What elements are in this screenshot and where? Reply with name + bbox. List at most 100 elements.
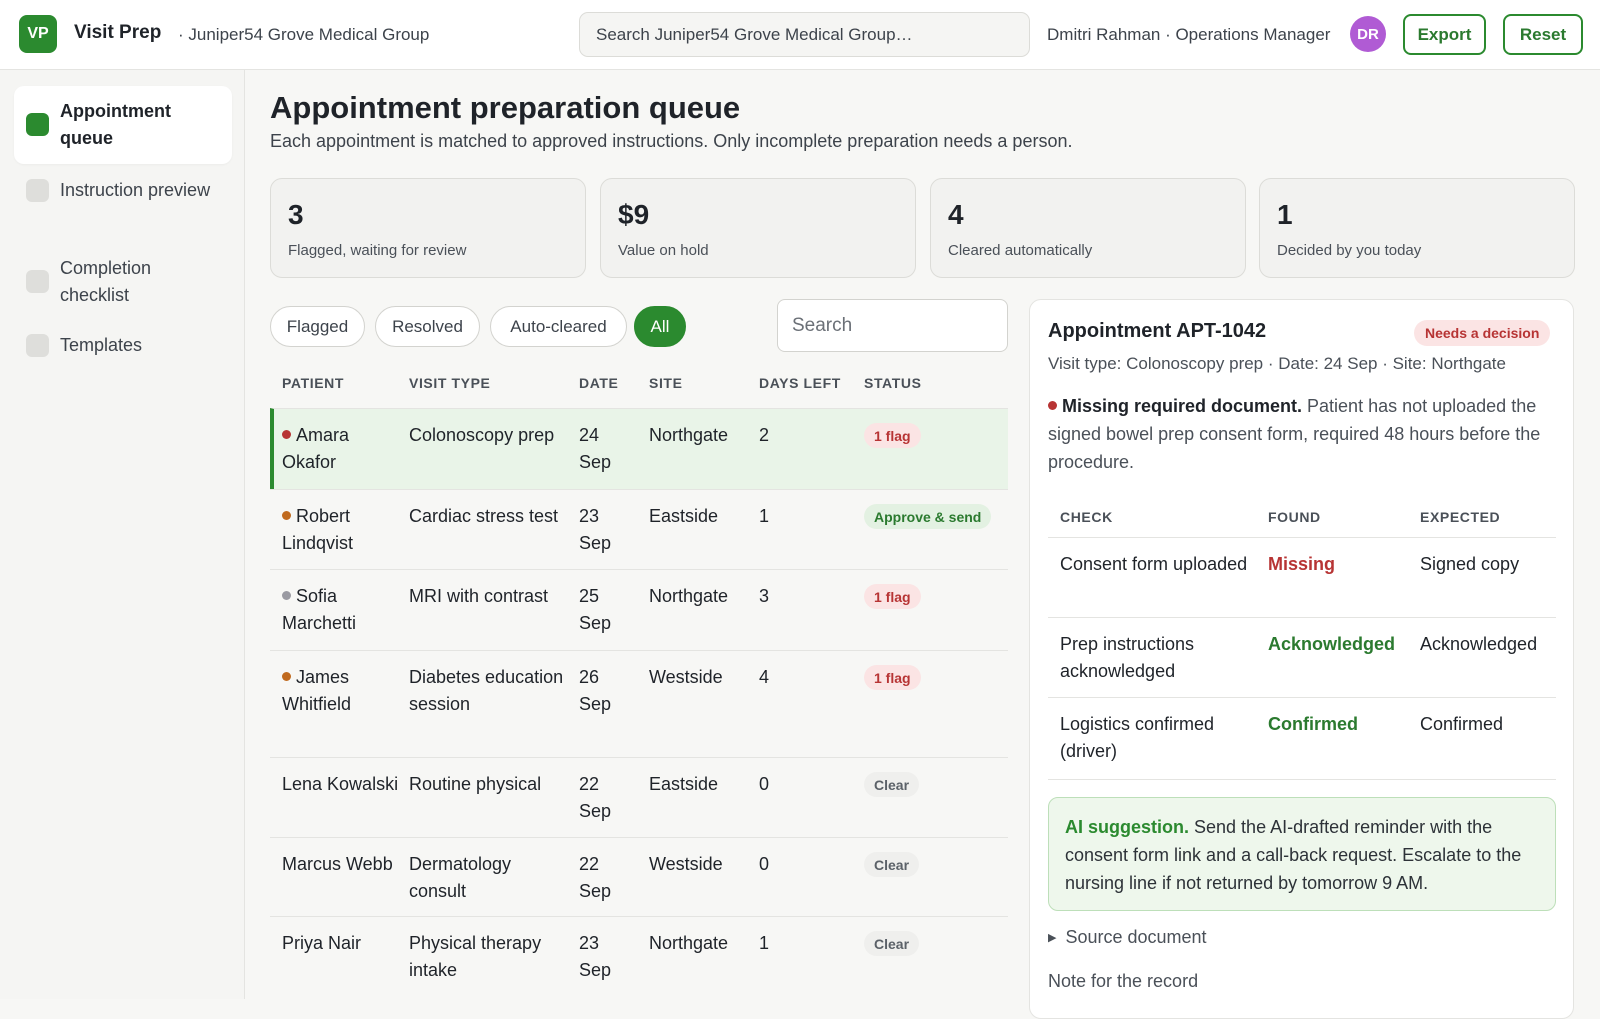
date-cell: 22 Sep [579,854,612,901]
check-found: Acknowledged [1268,634,1396,654]
site-cell: Northgate [649,586,729,606]
checks-table-header: CHECK FOUND EXPECTED [1048,509,1556,537]
visit-type-cell: Colonoscopy prep [409,425,555,445]
check-row: Prep instructions acknowledged Acknowled… [1048,617,1556,697]
kpi-label: Flagged, waiting for review [288,242,467,259]
filter-chip-all[interactable]: All [634,306,686,347]
status-badge: Clear [864,931,920,956]
kpi-value: 4 [948,199,964,230]
approve-send-button[interactable]: Approve & send [864,504,992,529]
sidebar-item-label: Templates [60,335,143,355]
days-left-cell: 3 [759,586,770,606]
table-row[interactable]: Amara Okafor Colonoscopy prep 24 Sep Nor… [270,408,1008,489]
check-found: Missing [1268,554,1336,574]
ai-suggestion-box: AI suggestion. Send the AI-drafted remin… [1048,797,1556,911]
site-cell: Northgate [649,933,729,953]
days-left-cell: 0 [759,774,770,794]
table-search-input[interactable] [777,299,1008,352]
date-cell: 23 Sep [579,933,612,980]
filter-chip-auto-cleared[interactable]: Auto-cleared [490,306,627,347]
days-left-cell: 2 [759,425,770,445]
visit-type-cell: Dermatology consult [409,854,512,901]
app-logo: VP [19,15,57,53]
status-badge: Clear [864,852,920,877]
sidebar: Appointment queue Instruction preview Co… [0,70,245,999]
column-header: EXPECTED [1420,509,1501,525]
table-row[interactable]: Marcus Webb Dermatology consult 22 Sep W… [270,837,1008,916]
status-dot-icon [282,672,291,681]
export-button[interactable]: Export [1403,14,1486,55]
status-badge: 1 flag [864,665,921,690]
app-title: Visit Prep [74,22,162,43]
app-header: VP Visit Prep · Juniper54 Grove Medical … [0,0,1600,70]
patient-cell: James Whitfield [282,664,400,718]
check-name: Logistics confirmed (driver) [1060,714,1215,761]
filter-chip-flagged[interactable]: Flagged [270,306,365,347]
checkbox-icon [26,113,49,136]
patient-cell: Robert Lindqvist [282,503,400,557]
check-name: Consent form uploaded [1060,554,1248,574]
sidebar-item-appointment-queue[interactable]: Appointment queue [14,86,232,164]
status-badge: 1 flag [864,423,921,448]
days-left-cell: 1 [759,933,770,953]
status-badge: Clear [864,772,920,797]
site-cell: Westside [649,854,723,874]
kpi-label: Cleared automatically [948,242,1093,259]
column-header: SITE [649,375,683,391]
page-title: Appointment preparation queue [270,90,741,125]
avatar[interactable]: DR [1350,16,1386,52]
kpi-card-value-on-hold: $9 Value on hold [600,178,916,278]
site-cell: Eastside [649,506,719,526]
date-cell: 23 Sep [579,506,612,553]
alert-dot-icon [1048,401,1057,410]
reset-button[interactable]: Reset [1503,14,1583,55]
visit-type-cell: Physical therapy intake [409,933,542,980]
table-row[interactable]: Priya Nair Physical therapy intake 23 Se… [270,916,1008,999]
patient-name: Robert Lindqvist [282,506,354,553]
site-cell: Eastside [649,774,719,794]
visit-type-cell: Diabetes education session [409,667,564,714]
kpi-value: 3 [288,199,304,230]
status-dot-icon [282,430,291,439]
visit-type-cell: Routine physical [409,774,542,794]
sidebar-item-label: Appointment queue [60,101,171,148]
kpi-value: $9 [618,199,650,230]
kpi-label: Decided by you today [1277,242,1422,259]
filter-chip-resolved[interactable]: Resolved [375,306,480,347]
checkbox-icon [26,178,49,202]
table-row[interactable]: Robert Lindqvist Cardiac stress test 23 … [270,489,1008,569]
check-row: Consent form uploaded Missing Signed cop… [1048,537,1556,617]
days-left-cell: 4 [759,667,770,687]
check-expected: Acknowledged [1420,634,1538,654]
status-dot-icon [282,511,291,520]
source-document-toggle[interactable]: ▶ Source document [1048,927,1207,948]
patient-cell: Amara Okafor [282,422,400,476]
table-row[interactable]: James Whitfield Diabetes education sessi… [270,650,1008,757]
date-cell: 22 Sep [579,774,612,821]
global-search-input[interactable] [579,12,1030,57]
date-cell: 24 Sep [579,425,612,472]
days-left-cell: 0 [759,854,770,874]
days-left-cell: 1 [759,506,770,526]
column-header: VISIT TYPE [409,375,491,391]
note-label: Note for the record [1048,971,1199,991]
sidebar-item-completion-checklist[interactable]: Completion checklist [14,243,232,321]
date-cell: 26 Sep [579,667,612,714]
column-header: STATUS [864,375,922,391]
date-cell: 25 Sep [579,586,612,633]
kpi-label: Value on hold [618,242,709,259]
sidebar-item-label: Instruction preview [60,180,211,200]
visit-type-cell: Cardiac stress test [409,506,559,526]
sidebar-item-templates[interactable]: Templates [14,320,232,371]
table-row[interactable]: Lena Kowalski Routine physical 22 Sep Ea… [270,757,1008,837]
patient-name: Lena Kowalski [282,774,399,794]
site-cell: Westside [649,667,723,687]
column-header: CHECK [1060,509,1113,525]
status-dot-icon [282,591,291,600]
sidebar-item-instruction-preview[interactable]: Instruction preview [14,165,232,216]
check-name: Prep instructions acknowledged [1060,634,1195,681]
table-row[interactable]: Sofia Marchetti MRI with contrast 25 Sep… [270,569,1008,650]
column-header: FOUND [1268,509,1321,525]
patient-cell: Sofia Marchetti [282,583,400,637]
patient-name: Priya Nair [282,933,362,953]
